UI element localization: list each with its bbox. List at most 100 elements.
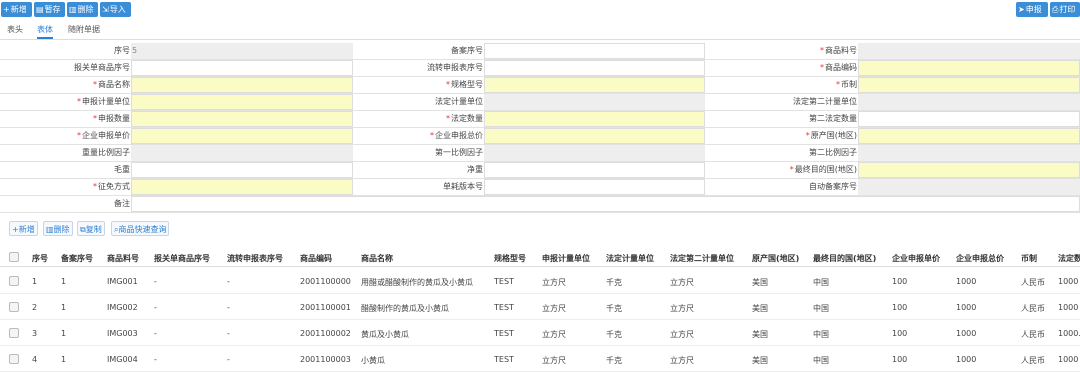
tab-attachments[interactable]: 随附单据 xyxy=(68,24,100,35)
print-icon: ⎙ xyxy=(1052,5,1059,14)
consumption-version-field[interactable] xyxy=(484,179,705,195)
record-seq-field[interactable] xyxy=(484,43,705,59)
table-cell: - xyxy=(227,329,230,338)
legal-qty2-field[interactable] xyxy=(858,111,1080,127)
table-row[interactable]: 3 1 IMG003 - - 2001100002 黄瓜及小黄瓜 TEST 立方尺 千克 立方尺 美国… xyxy=(0,320,1080,346)
decl-item-seq-label: 报关单商品序号 xyxy=(74,63,130,72)
quick-query-button[interactable]: ⌕商品快速查询 xyxy=(111,221,170,236)
table-row[interactable]: 1 1 IMG001 - - 2001100000 用醋或醋酸制作的黄瓜及小黄瓜 TEST 立方… xyxy=(0,268,1080,294)
table-cell: - xyxy=(227,303,230,312)
currency-field[interactable] xyxy=(858,77,1080,93)
levy-field[interactable] xyxy=(131,179,353,195)
table-cell: - xyxy=(227,277,230,286)
table-cell: 黄瓜及小黄瓜 xyxy=(361,330,409,339)
form-row: 备注 xyxy=(0,196,1080,213)
form-row: 重量比例因子 第一比例因子 第二比例因子 xyxy=(0,145,1080,162)
row-checkbox[interactable] xyxy=(9,328,19,338)
gross-weight-field[interactable] xyxy=(131,162,353,178)
goods-name-field[interactable] xyxy=(131,77,353,93)
decl-qty-field[interactable] xyxy=(131,111,353,127)
table-cell: 100 xyxy=(892,355,908,364)
grid-copy-button[interactable]: ⧉复制 xyxy=(77,221,105,236)
delete-button[interactable]: ▥删除 xyxy=(67,2,98,17)
origin-field[interactable] xyxy=(858,128,1080,144)
item-no-field xyxy=(858,43,1080,59)
table-cell: 1000. xyxy=(1058,329,1080,338)
table-cell: 美国 xyxy=(752,304,768,313)
legal-unit2-field xyxy=(858,94,1080,110)
table-cell: 人民币 xyxy=(1021,278,1045,287)
table-cell: TEST xyxy=(494,277,514,286)
total-price-label: *企业申报总价 xyxy=(430,131,483,140)
table-cell: 2001100002 xyxy=(300,329,351,338)
table-cell: IMG003 xyxy=(107,329,138,338)
row-checkbox[interactable] xyxy=(9,302,19,312)
table-cell: 1000 xyxy=(956,277,977,286)
import-button[interactable]: ⇲导入 xyxy=(100,2,131,17)
second-factor-label: 第二比例因子 xyxy=(809,148,857,157)
table-cell: 1 xyxy=(32,277,38,286)
table-cell: 千克 xyxy=(606,304,622,313)
goods-code-field[interactable] xyxy=(858,60,1080,76)
table-row[interactable]: 2 1 IMG002 - - 2001100001 醋酸制作的黄瓜及小黄瓜 TEST 立方尺 千克… xyxy=(0,294,1080,320)
table-cell: IMG002 xyxy=(107,303,138,312)
select-all-checkbox[interactable] xyxy=(9,252,19,262)
table-cell: 1000 xyxy=(956,355,977,364)
table-cell: 2 xyxy=(32,303,38,312)
tab-header[interactable]: 表头 xyxy=(7,24,23,35)
net-weight-field[interactable] xyxy=(484,162,705,178)
spec-field[interactable] xyxy=(484,77,705,93)
table-cell: 立方尺 xyxy=(542,330,566,339)
legal-qty-field[interactable] xyxy=(484,111,705,127)
plus-icon: + xyxy=(3,5,10,14)
grid-delete-button[interactable]: ▥删除 xyxy=(43,221,73,236)
goods-table: 序号 备案序号 商品料号 报关单商品序号 流转申报表序号 商品编码 商品名称 规… xyxy=(0,247,1080,373)
unit-price-label: *企业申报单价 xyxy=(77,131,130,140)
col-header: 报关单商品序号 xyxy=(154,254,210,263)
col-header: 企业申报总价 xyxy=(956,254,1004,263)
total-price-field[interactable] xyxy=(484,128,705,144)
table-header: 序号 备案序号 商品料号 报关单商品序号 流转申报表序号 商品编码 商品名称 规… xyxy=(0,247,1080,267)
top-toolbar: +新增 ▤暂存 ▥删除 ⇲导入 ➤申报 ⎙打印 xyxy=(0,0,1080,19)
weight-factor-field xyxy=(131,145,353,161)
first-factor-label: 第一比例因子 xyxy=(435,148,483,157)
new-button[interactable]: +新增 xyxy=(1,2,32,17)
form-row: *征免方式 单耗版本号 自动备案序号 xyxy=(0,179,1080,196)
decl-item-seq-field[interactable] xyxy=(131,60,353,76)
col-header: 最终目的国(地区) xyxy=(813,254,877,263)
table-cell: IMG004 xyxy=(107,355,138,364)
transfer-seq-field[interactable] xyxy=(484,60,705,76)
row-checkbox[interactable] xyxy=(9,354,19,364)
declare-button[interactable]: ➤申报 xyxy=(1016,2,1048,17)
spec-label: *规格型号 xyxy=(446,80,483,89)
col-header: 商品编码 xyxy=(300,254,332,263)
decl-unit-field[interactable] xyxy=(131,94,353,110)
table-cell: 小黄瓜 xyxy=(361,356,385,365)
table-row[interactable]: 4 1 IMG004 - - 2001100003 小黄瓜 TEST 立方尺 千克 立方尺 美国 中国 1… xyxy=(0,346,1080,372)
col-header: 法定计量单位 xyxy=(606,254,654,263)
form-row: *申报计量单位 法定计量单位 法定第二计量单位 xyxy=(0,94,1080,111)
row-checkbox[interactable] xyxy=(9,276,19,286)
auto-seq-field xyxy=(858,179,1080,195)
legal-unit2-label: 法定第二计量单位 xyxy=(793,97,857,106)
print-button[interactable]: ⎙打印 xyxy=(1050,2,1080,17)
first-factor-field xyxy=(484,145,705,161)
table-cell: 千克 xyxy=(606,278,622,287)
tab-body[interactable]: 表体 xyxy=(37,24,53,39)
table-cell: - xyxy=(154,329,157,338)
table-cell: TEST xyxy=(494,303,514,312)
table-cell: 2001100000 xyxy=(300,277,351,286)
table-cell: 1000 xyxy=(1058,303,1079,312)
table-cell: 千克 xyxy=(606,330,622,339)
form-row: *商品名称 *规格型号 *币制 xyxy=(0,77,1080,94)
table-cell: 1 xyxy=(61,277,67,286)
dest-field[interactable] xyxy=(858,162,1080,178)
grid-add-button[interactable]: +新增 xyxy=(9,221,38,236)
plus-icon: + xyxy=(12,225,19,234)
remark-field[interactable] xyxy=(131,196,1080,212)
save-icon: ▤ xyxy=(36,5,44,14)
save-button[interactable]: ▤暂存 xyxy=(34,2,65,17)
unit-price-field[interactable] xyxy=(131,128,353,144)
table-cell: 4 xyxy=(32,355,38,364)
decl-unit-label: *申报计量单位 xyxy=(77,97,130,106)
